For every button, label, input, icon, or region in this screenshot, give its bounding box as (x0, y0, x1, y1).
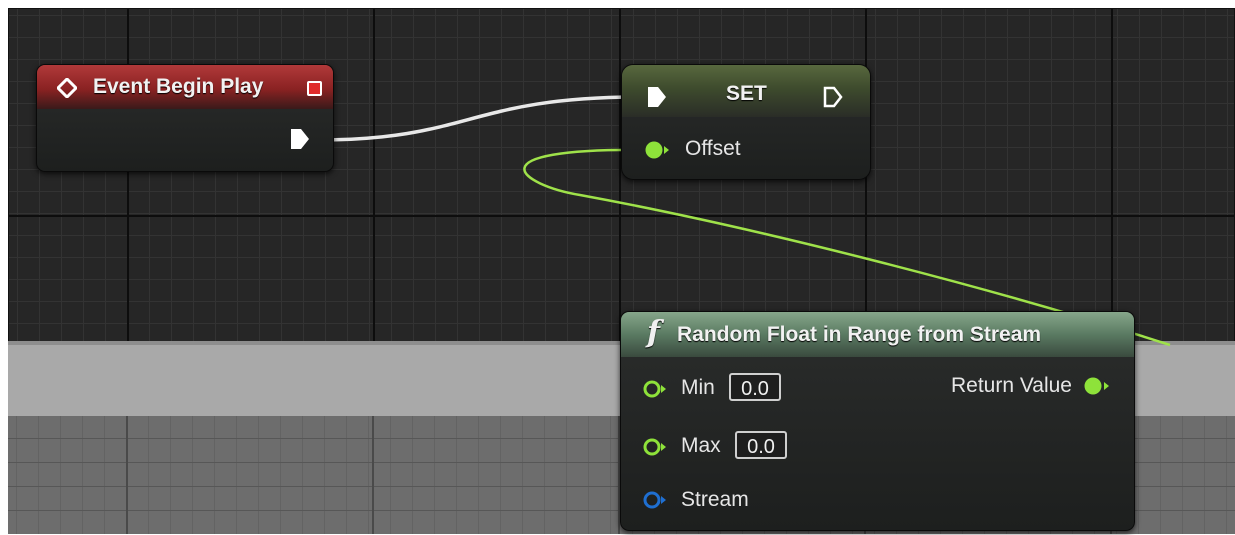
max-value-field[interactable]: 0.0 (735, 431, 787, 459)
node-header[interactable]: SET (622, 65, 870, 117)
exec-pin-icon[interactable] (289, 127, 311, 151)
function-icon: f (647, 315, 660, 350)
min-label: Min (681, 376, 715, 399)
node-header[interactable]: Event Begin Play (37, 65, 333, 109)
exec-pin-outline-icon[interactable] (822, 85, 844, 109)
random-float-in-range-node[interactable]: f Random Float in Range from Stream Min … (620, 311, 1135, 531)
float-pin-outline-icon[interactable] (643, 437, 667, 457)
struct-pin-outline-icon[interactable] (643, 490, 667, 510)
stream-label: Stream (681, 488, 749, 511)
node-title: SET (726, 82, 767, 105)
event-begin-play-node[interactable]: Event Begin Play (36, 64, 334, 172)
return-value-label: Return Value (950, 374, 1072, 397)
exec-pin-icon[interactable] (646, 85, 668, 109)
node-title: Random Float in Range from Stream (677, 323, 1042, 346)
delegate-square-icon[interactable] (307, 81, 322, 96)
event-diamond-icon (57, 78, 77, 98)
float-pin-outline-icon[interactable] (643, 379, 667, 399)
node-title: Event Begin Play (93, 75, 264, 98)
float-pin-icon[interactable] (1083, 376, 1111, 396)
min-value-field[interactable]: 0.0 (729, 373, 781, 401)
variable-label: Offset (685, 137, 741, 160)
float-pin-icon[interactable] (644, 140, 670, 160)
max-label: Max (681, 434, 721, 457)
node-header[interactable]: f Random Float in Range from Stream (621, 312, 1134, 357)
set-node[interactable]: SET Offset (621, 64, 871, 180)
